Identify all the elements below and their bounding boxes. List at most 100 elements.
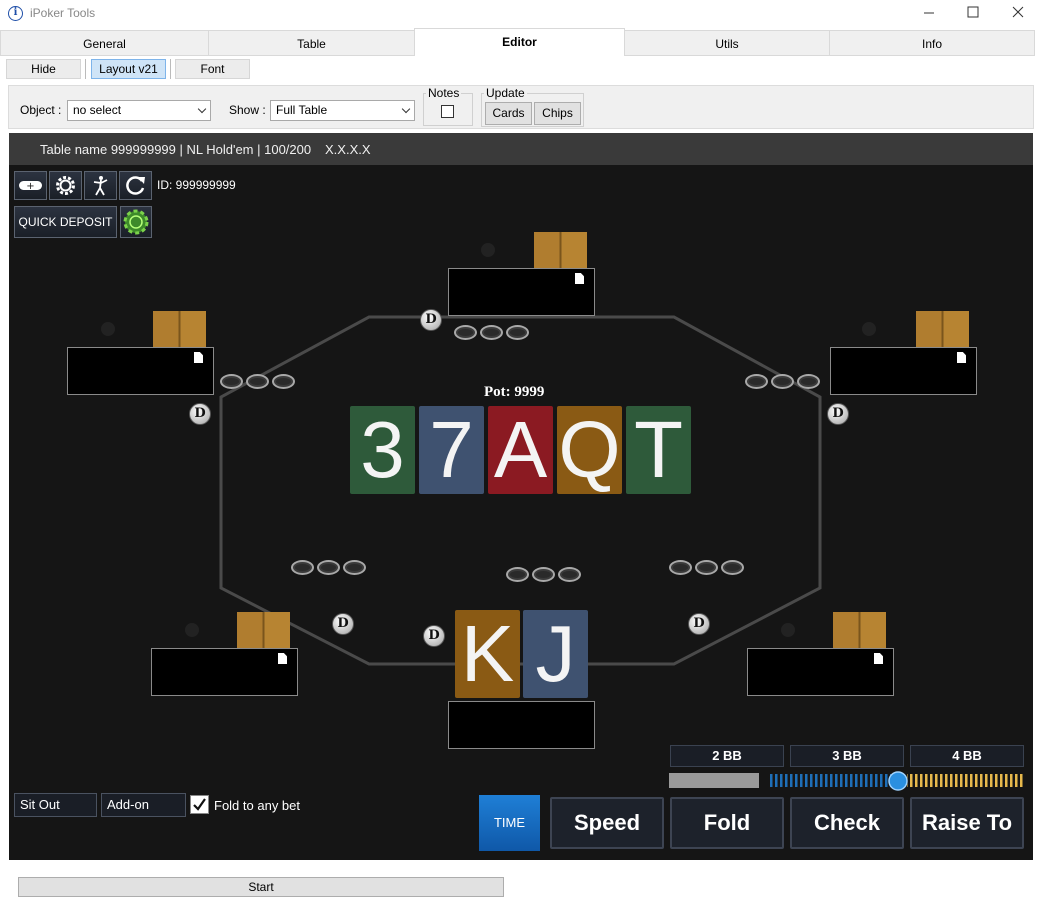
bet-chip [343, 560, 366, 575]
notes-label: Notes [426, 86, 462, 100]
notes-checkbox[interactable] [441, 105, 454, 118]
seat-top-left[interactable] [67, 347, 214, 395]
note-icon [957, 352, 966, 363]
tab-info[interactable]: Info [829, 30, 1035, 56]
seat-cards [153, 311, 206, 348]
update-label: Update [484, 86, 527, 100]
seat-avatar [781, 623, 795, 637]
object-select[interactable]: no select [67, 100, 211, 121]
sit-out-button[interactable]: Sit Out [14, 793, 97, 817]
tab-general[interactable]: General [0, 30, 209, 56]
seat-avatar [481, 243, 495, 257]
note-icon [194, 352, 203, 363]
slider-handle[interactable] [888, 771, 908, 791]
start-button[interactable]: Start [18, 877, 504, 897]
bet-chip [220, 374, 243, 389]
board-cards: 3 7 A Q T [350, 406, 691, 494]
raise-to-button[interactable]: Raise To [910, 797, 1024, 849]
dealer-button: D [827, 403, 849, 425]
bet-chip [745, 374, 768, 389]
tab-editor[interactable]: Editor [414, 28, 625, 56]
pot-chip [532, 567, 555, 582]
subtab-hide[interactable]: Hide [6, 59, 81, 79]
seat-top[interactable] [448, 268, 595, 316]
hero-card: J [523, 610, 588, 698]
separator [170, 59, 171, 79]
dealer-button: D [420, 309, 442, 331]
board-card: 7 [419, 406, 484, 494]
separator [85, 59, 86, 79]
bet-slider[interactable] [769, 771, 1025, 791]
board-card: Q [557, 405, 622, 494]
subtab-layout[interactable]: Layout v21 [91, 59, 166, 79]
chevron-down-icon [197, 104, 207, 114]
bet-chip [669, 560, 692, 575]
tab-table[interactable]: Table [208, 30, 415, 56]
bet-amount-input[interactable] [669, 773, 759, 788]
time-bank-button[interactable]: TIME [479, 795, 540, 851]
seat-bottom-right[interactable] [747, 648, 894, 696]
info-icon: i [8, 6, 23, 21]
settings-button[interactable] [49, 171, 82, 200]
subtab-font[interactable]: Font [175, 59, 250, 79]
board-card: 3 [350, 406, 415, 494]
close-button[interactable] [995, 0, 1041, 28]
seat-cards [237, 612, 290, 649]
cashier-button[interactable] [120, 206, 152, 238]
add-on-button[interactable]: Add-on [101, 793, 186, 817]
hero-cards: K J [455, 610, 588, 698]
svg-text:+: + [26, 181, 34, 192]
pot-chip [558, 567, 581, 582]
seat-avatar [101, 322, 115, 336]
bet-preset-2bb[interactable]: 2 BB [670, 745, 784, 767]
maximize-button[interactable] [950, 0, 996, 28]
bet-chip [291, 560, 314, 575]
update-cards-button[interactable]: Cards [485, 102, 532, 125]
player-id: ID: 999999999 [157, 178, 236, 192]
window-title: iPoker Tools [30, 6, 96, 20]
refresh-icon [126, 176, 145, 195]
seat-avatar [185, 623, 199, 637]
bet-preset-3bb[interactable]: 3 BB [790, 745, 904, 767]
bet-chip [506, 325, 529, 340]
seat-cards [833, 612, 886, 649]
pot-chip [506, 567, 529, 582]
seat-bottom-left[interactable] [151, 648, 298, 696]
seat-cards [916, 311, 969, 348]
checkbox-icon [193, 798, 206, 811]
refresh-button[interactable] [119, 171, 152, 200]
quick-deposit-button[interactable]: QUICK DEPOSIT [14, 206, 117, 238]
speed-button[interactable]: Speed [550, 797, 664, 849]
pot-amount: Pot: 9999 [484, 384, 545, 400]
fold-to-any-checkbox[interactable] [190, 795, 209, 814]
bet-chip [246, 374, 269, 389]
dealer-button: D [688, 613, 710, 635]
chip-icon [123, 209, 149, 235]
fold-button[interactable]: Fold [670, 797, 784, 849]
fold-to-any-label: Fold to any bet [214, 798, 300, 813]
show-select[interactable]: Full Table [270, 100, 415, 121]
bet-chip [480, 325, 503, 340]
toggle-icon: + [19, 181, 42, 192]
toggle-icon-button[interactable]: + [14, 171, 47, 200]
gear-icon [56, 176, 75, 195]
tab-utils[interactable]: Utils [624, 30, 830, 56]
check-button[interactable]: Check [790, 797, 904, 849]
seat-hero[interactable] [448, 701, 595, 749]
note-icon [278, 653, 287, 664]
seat-avatar [862, 322, 876, 336]
title-bar: i iPoker Tools [0, 0, 1041, 28]
minimize-button[interactable] [906, 0, 952, 28]
note-icon [575, 273, 584, 284]
dealer-button: D [189, 403, 211, 425]
note-icon [874, 653, 883, 664]
figure-button[interactable] [84, 171, 117, 200]
object-label: Object : [20, 103, 62, 117]
hero-card: K [455, 610, 520, 698]
bet-chip [272, 374, 295, 389]
update-chips-button[interactable]: Chips [534, 102, 581, 125]
bet-preset-4bb[interactable]: 4 BB [910, 745, 1024, 767]
seat-top-right[interactable] [830, 347, 977, 395]
poker-table-preview: Table name 999999999 | NL Hold'em | 100/… [9, 133, 1033, 860]
chevron-down-icon [401, 104, 411, 114]
